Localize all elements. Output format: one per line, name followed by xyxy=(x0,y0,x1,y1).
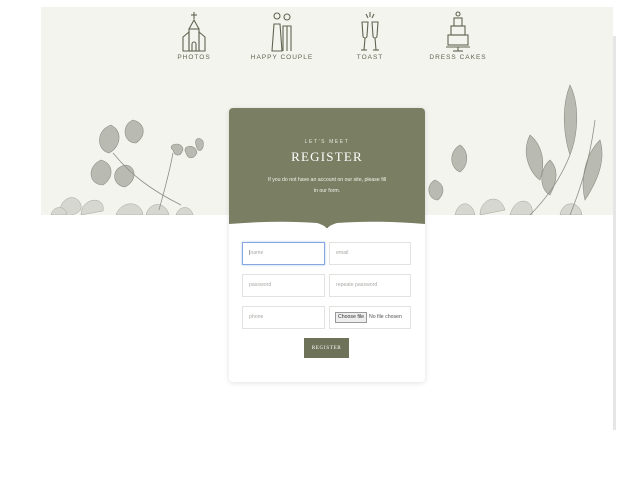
nav-item-happy-couple[interactable]: HAPPY COUPLE xyxy=(237,10,327,61)
email-field[interactable]: email xyxy=(329,242,411,265)
form-description: If you do not have an account on our sit… xyxy=(267,177,387,194)
register-card-header: LET'S MEET REGISTER If you do not have a… xyxy=(229,108,425,228)
eyebrow-text: LET'S MEET xyxy=(304,139,350,145)
phone-field[interactable]: phone xyxy=(242,306,325,329)
choose-file-button[interactable]: Choose file xyxy=(335,312,367,323)
nav-item-photos[interactable]: PHOTOS xyxy=(149,10,239,61)
name-field[interactable]: |name xyxy=(242,242,325,265)
file-upload-field: Choose file No file chosen xyxy=(329,306,411,329)
nav-label-happy-couple: HAPPY COUPLE xyxy=(250,54,314,61)
top-navigation: PHOTOS HAPPY COUPLE TOAST DRESS CAKES xyxy=(41,10,613,70)
password-field[interactable]: password xyxy=(242,274,325,297)
nav-label-dress-cakes: DRESS CAKES xyxy=(429,54,487,61)
page: PHOTOS HAPPY COUPLE TOAST DRESS CAKES LE… xyxy=(0,0,641,489)
leaves-decoration-left xyxy=(50,119,204,215)
nav-item-toast[interactable]: TOAST xyxy=(325,10,415,61)
page-title: REGISTER xyxy=(291,149,363,164)
cake-icon xyxy=(446,11,470,52)
nav-label-toast: TOAST xyxy=(356,54,384,61)
name-field-placeholder: name xyxy=(250,250,264,256)
scrollbar[interactable] xyxy=(613,36,616,430)
champagne-glasses-icon xyxy=(361,12,379,51)
leaves-decoration-right xyxy=(428,84,603,215)
header-notch-decoration xyxy=(229,221,425,230)
register-button[interactable]: REGISTER xyxy=(304,338,349,358)
nav-label-photos: PHOTOS xyxy=(177,54,211,61)
file-status: No file chosen xyxy=(368,314,402,320)
church-icon xyxy=(182,12,206,52)
repeat-password-field-placeholder: repeate password xyxy=(336,282,378,288)
phone-field-placeholder: phone xyxy=(249,314,264,320)
email-field-placeholder: email xyxy=(336,250,349,256)
repeat-password-field[interactable]: repeate password xyxy=(329,274,411,297)
password-field-placeholder: password xyxy=(249,282,272,288)
nav-item-dress-cakes[interactable]: DRESS CAKES xyxy=(413,10,503,61)
couple-icon xyxy=(271,12,292,52)
